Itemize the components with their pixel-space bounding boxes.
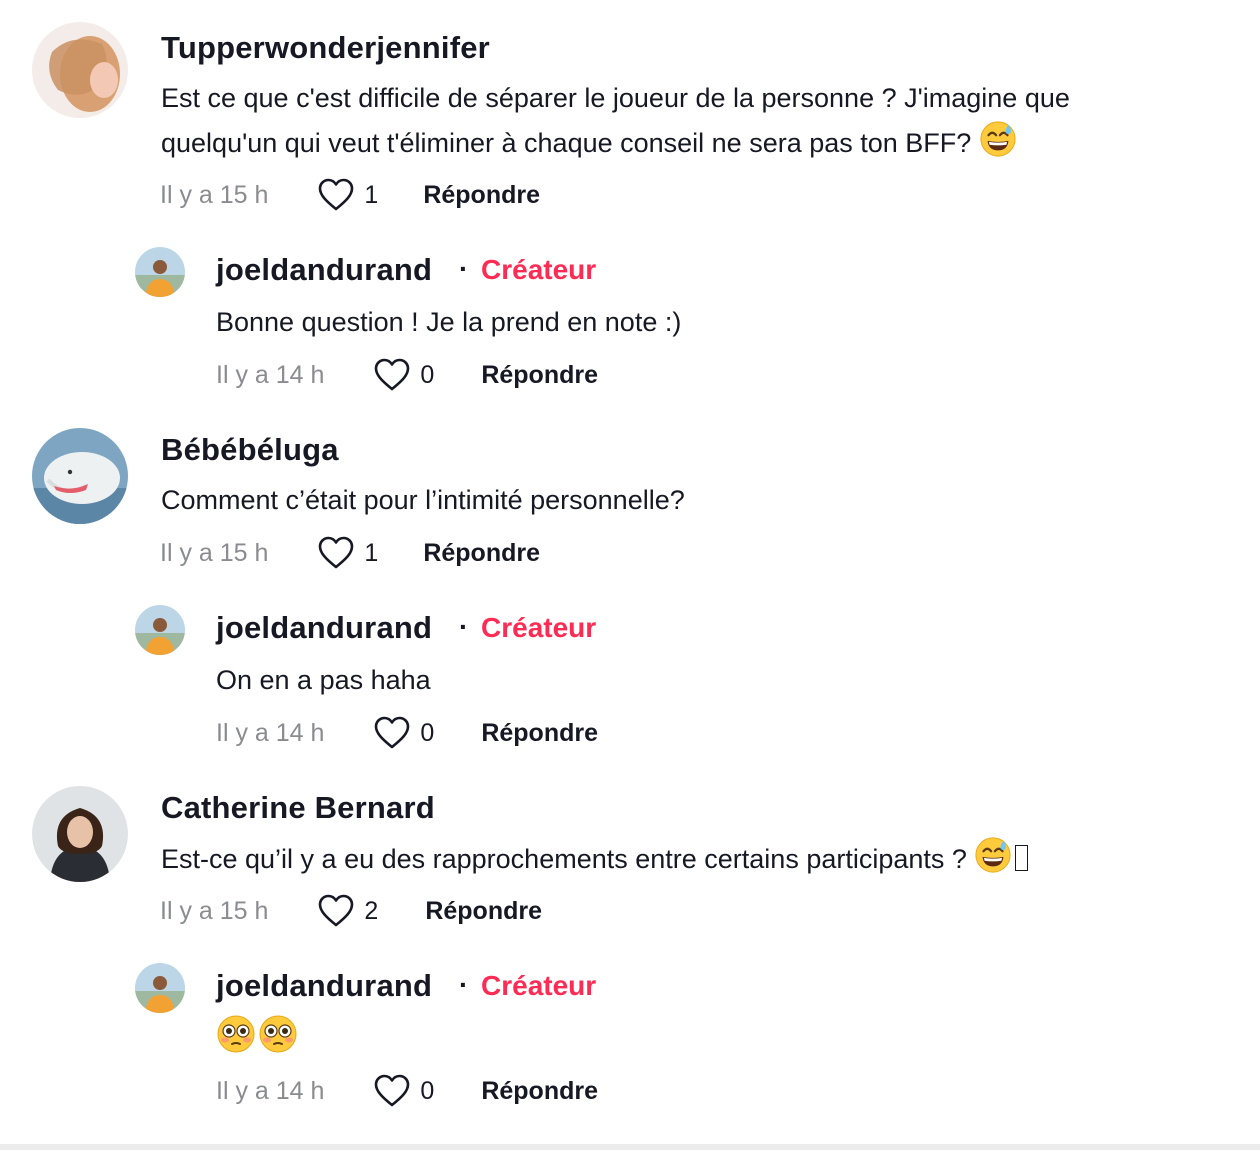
reply-button[interactable]: Répondre xyxy=(423,539,540,568)
avatar[interactable] xyxy=(135,247,185,297)
timestamp: Il y a 14 h xyxy=(216,360,325,389)
like-count: 1 xyxy=(364,180,379,209)
separator-dot: · xyxy=(459,969,469,1000)
reply-button[interactable]: Répondre xyxy=(425,897,542,926)
avatar[interactable] xyxy=(135,605,185,655)
timestamp: Il y a 15 h xyxy=(160,180,269,209)
grinning-sweat-emoji xyxy=(974,836,1012,874)
comment-text-line: quelqu'un qui veut t'éliminer à chaque c… xyxy=(161,120,1241,165)
reply-meta: Il y a 14 h 0 Répondre xyxy=(216,713,598,753)
reply-button[interactable]: Répondre xyxy=(481,719,598,748)
heart-outline-icon[interactable] xyxy=(318,178,354,212)
comment-text: Est ce que c'est difficile de séparer le… xyxy=(161,76,1241,165)
reply-text xyxy=(216,1014,298,1061)
comment-text-line: Est ce que c'est difficile de séparer le… xyxy=(161,83,1070,113)
bottom-divider xyxy=(0,1144,1260,1150)
flushed-face-emoji xyxy=(216,1014,256,1054)
avatar[interactable] xyxy=(32,786,128,882)
like-count: 0 xyxy=(420,718,435,747)
reply-username[interactable]: joeldandurand xyxy=(216,968,432,1004)
reply-text: On en a pas haha xyxy=(216,665,431,695)
comment-username[interactable]: Catherine Bernard xyxy=(161,790,435,826)
comment-username[interactable]: Tupperwonderjennifer xyxy=(161,30,490,66)
heart-outline-icon[interactable] xyxy=(318,894,354,928)
reply-meta: Il y a 14 h 0 Répondre xyxy=(216,355,598,395)
timestamp: Il y a 15 h xyxy=(160,896,269,925)
missing-glyph-icon xyxy=(1015,845,1029,871)
creator-badge: Créateur xyxy=(481,970,597,1001)
avatar[interactable] xyxy=(135,963,185,1013)
timestamp: Il y a 14 h xyxy=(216,718,325,747)
reply-button[interactable]: Répondre xyxy=(481,361,598,390)
avatar[interactable] xyxy=(32,428,128,524)
reply-button[interactable]: Répondre xyxy=(423,181,540,210)
like-count: 0 xyxy=(420,360,435,389)
like-count: 0 xyxy=(420,1076,435,1105)
creator-badge: Créateur xyxy=(481,612,597,643)
comment-username[interactable]: Bébébéluga xyxy=(161,432,339,468)
comment-meta: Il y a 15 h 1 Répondre xyxy=(160,175,540,215)
creator-badge: Créateur xyxy=(481,254,597,285)
comment-meta: Il y a 15 h 2 Répondre xyxy=(160,891,542,931)
comment-meta: Il y a 15 h 1 Répondre xyxy=(160,533,540,573)
comment-text: Comment c’était pour l’intimité personne… xyxy=(161,485,685,515)
comment-text: Est-ce qu’il y a eu des rapprochements e… xyxy=(161,836,1029,881)
separator-dot: · xyxy=(459,611,469,642)
separator-dot: · xyxy=(459,253,469,284)
flushed-face-emoji xyxy=(258,1014,298,1054)
like-count: 1 xyxy=(364,538,379,567)
reply-username[interactable]: joeldandurand xyxy=(216,610,432,646)
comment-text-fragment: Est-ce qu’il y a eu des rapprochements e… xyxy=(161,844,967,874)
timestamp: Il y a 15 h xyxy=(160,538,269,567)
heart-outline-icon[interactable] xyxy=(374,716,410,750)
timestamp: Il y a 14 h xyxy=(216,1076,325,1105)
reply-text: Bonne question ! Je la prend en note :) xyxy=(216,307,682,337)
heart-outline-icon[interactable] xyxy=(374,358,410,392)
avatar[interactable] xyxy=(32,22,128,118)
reply-meta: Il y a 14 h 0 Répondre xyxy=(216,1071,598,1111)
heart-outline-icon[interactable] xyxy=(318,536,354,570)
grinning-sweat-emoji xyxy=(979,120,1017,158)
comment-text-fragment: quelqu'un qui veut t'éliminer à chaque c… xyxy=(161,128,972,158)
reply-username[interactable]: joeldandurand xyxy=(216,252,432,288)
heart-outline-icon[interactable] xyxy=(374,1074,410,1108)
like-count: 2 xyxy=(364,896,379,925)
reply-button[interactable]: Répondre xyxy=(481,1077,598,1106)
